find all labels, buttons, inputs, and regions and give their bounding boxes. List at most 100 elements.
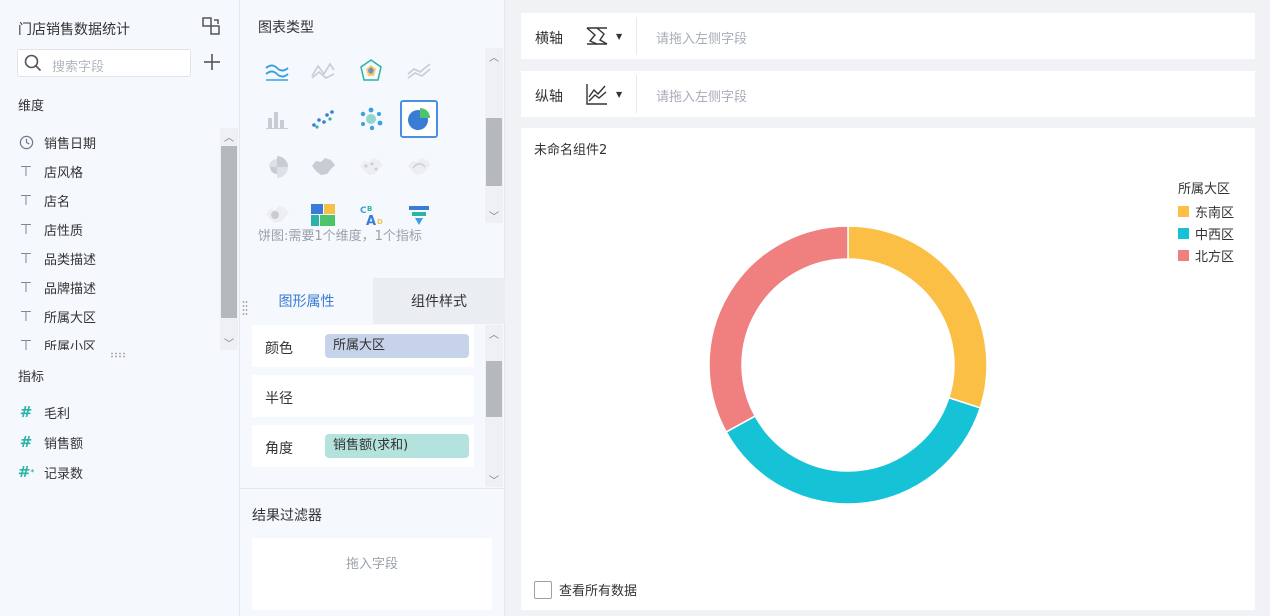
angle-property[interactable]: 角度 销售额(求和): [252, 425, 474, 467]
x-axis-row[interactable]: 横轴 ▼ 请拖入左侧字段: [521, 13, 1255, 59]
dimension-item[interactable]: 销售日期: [0, 128, 238, 157]
scrollbar-thumb[interactable]: [486, 361, 502, 417]
dimension-item[interactable]: ⊤ 品类描述: [0, 244, 238, 273]
text-type-icon: ⊤: [19, 279, 33, 296]
dimension-item[interactable]: ⊤ 所属小区: [0, 331, 238, 351]
dimension-scrollbar[interactable]: ︿ ﹀: [220, 128, 238, 350]
rose-chart-icon[interactable]: [258, 148, 296, 186]
dimension-item[interactable]: ⊤ 品牌描述: [0, 273, 238, 302]
metric-item[interactable]: # * 记录数: [0, 457, 238, 487]
legend-item[interactable]: 北方区: [1178, 244, 1234, 266]
number-type-icon: #: [19, 433, 33, 451]
dimension-label: 销售日期: [44, 137, 97, 152]
drag-handle-icon[interactable]: [242, 300, 248, 318]
dimension-label: 所属小区: [44, 340, 97, 350]
y-axis-drop-zone[interactable]: 请拖入左侧字段: [656, 86, 747, 105]
pie-slice-1[interactable]: [847, 225, 988, 409]
point-map-icon[interactable]: [352, 148, 390, 186]
chart-config-panel: 图表类型 C B A D 饼图:需要1个维度，1个指标 ︿ ﹀ 图形属性 组件样…: [240, 0, 505, 616]
color-field-chip[interactable]: 所属大区: [325, 334, 469, 358]
scroll-down-icon[interactable]: ﹀: [220, 334, 238, 350]
legend-label: 东南区: [1195, 205, 1235, 221]
scroll-down-icon[interactable]: ﹀: [485, 471, 503, 487]
chevron-down-icon[interactable]: ▼: [616, 32, 622, 41]
metric-item[interactable]: # 销售额: [0, 427, 238, 457]
dimension-label: 店风格: [44, 166, 84, 181]
divider: [240, 488, 505, 489]
pie-slice-2[interactable]: [725, 396, 982, 505]
metrics-label: 指标: [18, 370, 45, 385]
record-count-icon: # *: [17, 463, 35, 481]
search-icon: [24, 54, 42, 72]
metric-label: 毛利: [44, 406, 71, 422]
legend-item[interactable]: 东南区: [1178, 200, 1234, 222]
show-all-label: 查看所有数据: [559, 584, 638, 599]
scrollbar-thumb[interactable]: [486, 118, 502, 186]
dimension-item[interactable]: ⊤ 所属大区: [0, 302, 238, 331]
dimension-label: 品牌描述: [44, 282, 97, 297]
angle-field-chip[interactable]: 销售额(求和): [325, 434, 469, 458]
text-type-icon: ⊤: [19, 221, 33, 238]
add-field-icon[interactable]: [203, 53, 221, 71]
dimension-item[interactable]: ⊤ 店性质: [0, 215, 238, 244]
scroll-up-icon[interactable]: ︿: [485, 325, 503, 341]
chart-type-scrollbar[interactable]: ︿ ﹀: [485, 48, 503, 223]
radius-label: 半径: [265, 391, 293, 407]
metric-label: 记录数: [44, 466, 84, 482]
text-type-icon: ⊤: [19, 192, 33, 209]
switch-dataset-icon[interactable]: [201, 16, 221, 36]
flow-map-icon[interactable]: [400, 148, 438, 186]
region-map-icon[interactable]: [304, 148, 342, 186]
component-title: 未命名组件2: [534, 143, 608, 158]
chart-type-hint: 饼图:需要1个维度，1个指标: [258, 229, 422, 244]
text-type-icon: ⊤: [19, 163, 33, 180]
pie-slice-3[interactable]: [708, 225, 849, 433]
bubble-chart-icon[interactable]: [352, 100, 390, 138]
chart-type-title: 图表类型: [258, 20, 314, 36]
properties-scrollbar[interactable]: ︿ ﹀: [485, 325, 503, 487]
dimension-item[interactable]: ⊤ 店风格: [0, 157, 238, 186]
chevron-down-icon[interactable]: ▼: [616, 90, 622, 99]
filter-drop-zone[interactable]: 拖入字段: [252, 538, 492, 610]
bar-chart-icon[interactable]: [258, 100, 296, 138]
multi-line-chart-icon[interactable]: [258, 52, 296, 90]
scrollbar-thumb[interactable]: [221, 146, 237, 318]
x-axis-type-icon[interactable]: [585, 24, 609, 48]
metric-item[interactable]: # 毛利: [0, 397, 238, 427]
line-chart-icon[interactable]: [304, 52, 342, 90]
legend-swatch: [1178, 227, 1189, 239]
scatter-chart-icon[interactable]: [304, 100, 342, 138]
legend-label: 北方区: [1195, 249, 1235, 265]
radar-chart-icon[interactable]: [352, 52, 390, 90]
field-search[interactable]: 搜索字段: [17, 49, 191, 77]
scroll-up-icon[interactable]: ︿: [485, 48, 503, 64]
y-axis-row[interactable]: 纵轴 ▼ 请拖入左侧字段: [521, 71, 1255, 117]
dimension-item[interactable]: ⊤ 店名: [0, 186, 238, 215]
dimension-label: 所属大区: [44, 311, 97, 326]
dimensions-label: 维度: [18, 99, 45, 114]
scroll-down-icon[interactable]: ﹀: [485, 207, 503, 223]
resize-handle-icon[interactable]: [110, 352, 128, 358]
tab-component-style[interactable]: 组件样式: [373, 278, 505, 324]
dimension-label: 品类描述: [44, 253, 97, 268]
filter-placeholder: 拖入字段: [345, 557, 398, 572]
x-axis-drop-zone[interactable]: 请拖入左侧字段: [656, 28, 747, 47]
svg-text:B: B: [367, 205, 372, 213]
config-tabs: 图形属性 组件样式: [240, 278, 505, 324]
number-type-icon: #: [19, 403, 33, 421]
show-all-checkbox[interactable]: [534, 580, 552, 599]
search-input[interactable]: 搜索字段: [52, 56, 104, 75]
scroll-up-icon[interactable]: ︿: [220, 128, 238, 144]
dimension-list: 销售日期 ⊤ 店风格 ⊤ 店名 ⊤ 店性质 ⊤ 品类描述 ⊤ 品牌描述 ⊤ 所属…: [0, 128, 238, 350]
divider: [636, 75, 637, 113]
legend-item[interactable]: 中西区: [1178, 222, 1234, 244]
legend-swatch: [1178, 205, 1189, 217]
radius-property[interactable]: 半径: [252, 375, 474, 417]
area-line-chart-icon[interactable]: [400, 52, 438, 90]
y-axis-type-icon[interactable]: [585, 82, 609, 106]
tab-graph-properties[interactable]: 图形属性: [240, 278, 373, 324]
legend-label: 中西区: [1195, 227, 1235, 243]
pie-chart-icon[interactable]: [400, 100, 438, 138]
color-property[interactable]: 颜色 所属大区: [252, 325, 474, 367]
show-all-data-toggle[interactable]: 查看所有数据: [534, 580, 637, 599]
